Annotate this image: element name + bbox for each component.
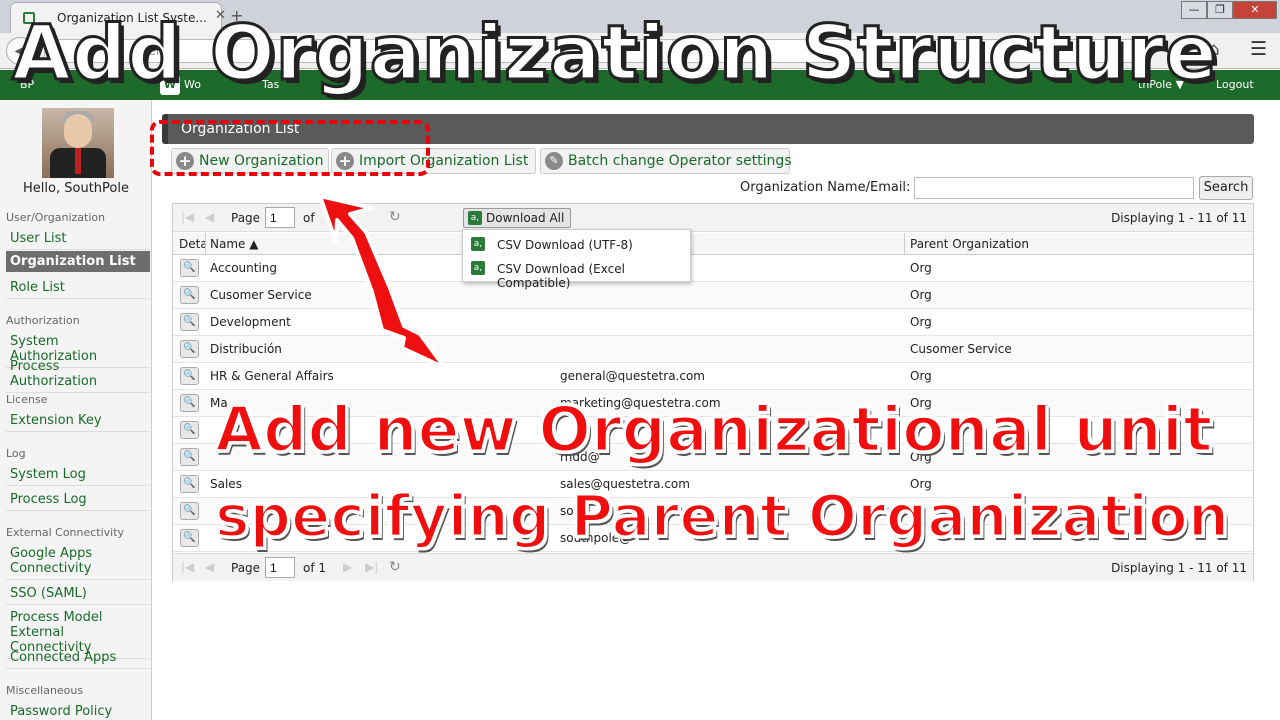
- logout-link[interactable]: Logout: [1216, 78, 1254, 91]
- pencil-icon: ✎: [545, 152, 563, 170]
- refresh-icon[interactable]: ↻: [389, 209, 401, 225]
- section-user-organization: User/Organization: [6, 211, 106, 224]
- column-name[interactable]: Name ▲: [210, 237, 258, 251]
- spreadsheet-icon: a,: [471, 261, 485, 275]
- sidebar-item-organization-list[interactable]: Organization List: [6, 251, 150, 272]
- highlight-box: [150, 120, 430, 176]
- page-of-label: of 1: [303, 561, 327, 575]
- spreadsheet-icon: a,: [471, 237, 485, 251]
- table-row[interactable]: 🔍 Distribución Cusomer Service: [173, 336, 1253, 363]
- cell-parent: Org: [910, 261, 932, 275]
- section-authorization: Authorization: [6, 314, 80, 327]
- search-input[interactable]: [914, 177, 1194, 199]
- magnifier-icon[interactable]: 🔍: [180, 448, 199, 466]
- search-label: Organization Name/Email:: [740, 180, 911, 195]
- column-parent-organization[interactable]: Parent Organization: [910, 237, 1029, 251]
- sidebar-item-connected-apps[interactable]: Connected Apps: [6, 647, 150, 669]
- section-miscellaneous: Miscellaneous: [6, 684, 84, 697]
- sidebar-item-extension-key[interactable]: Extension Key: [6, 410, 150, 432]
- sidebar-item-process-log[interactable]: Process Log: [6, 489, 150, 511]
- search-button[interactable]: Search: [1199, 176, 1253, 200]
- page-label: Page: [231, 211, 261, 225]
- sidebar-item-password-policy[interactable]: Password Policy: [6, 701, 150, 720]
- section-external-connectivity: External Connectivity: [6, 526, 125, 539]
- cell-name: Distribución: [210, 342, 282, 356]
- first-page-icon[interactable]: |◀: [181, 560, 194, 574]
- first-page-icon[interactable]: |◀: [181, 210, 194, 224]
- cell-name: HR & General Affairs: [210, 369, 334, 383]
- magnifier-icon[interactable]: 🔍: [180, 421, 199, 439]
- magnifier-icon[interactable]: 🔍: [180, 502, 199, 520]
- magnifier-icon[interactable]: 🔍: [180, 259, 199, 277]
- batch-change-operator-button[interactable]: ✎ Batch change Operator settings: [540, 148, 792, 174]
- magnifier-icon[interactable]: 🔍: [180, 367, 199, 385]
- page-label: Page: [231, 561, 261, 575]
- magnifier-icon[interactable]: 🔍: [180, 394, 199, 412]
- page-of-label: of: [303, 211, 315, 225]
- cell-name: Accounting: [210, 261, 278, 275]
- overlay-subtitle-line2: specifying Parent Organization: [213, 481, 1230, 552]
- greeting: Hello, SouthPole: [23, 181, 129, 196]
- table-row[interactable]: 🔍 Cusomer Service Org: [173, 282, 1253, 309]
- hamburger-menu-icon[interactable]: ☰: [1250, 38, 1267, 60]
- sidebar-item-user-list[interactable]: User List: [6, 228, 150, 250]
- cell-parent: Org: [910, 288, 932, 302]
- batch-change-label: Batch change Operator settings: [568, 153, 792, 169]
- window-close-button[interactable]: ✕: [1233, 1, 1277, 19]
- cell-parent: Org: [910, 369, 932, 383]
- table-row[interactable]: 🔍 Development Org: [173, 309, 1253, 336]
- sidebar-item-system-log[interactable]: System Log: [6, 464, 150, 486]
- cell-name: Development: [210, 315, 291, 329]
- download-menu: a, CSV Download (UTF-8) a, CSV Download …: [462, 229, 691, 290]
- section-license: License: [6, 393, 48, 406]
- magnifier-icon[interactable]: 🔍: [180, 340, 199, 358]
- section-log: Log: [6, 447, 26, 460]
- sidebar-item-process-authorization[interactable]: Process Authorization: [6, 356, 150, 393]
- overlay-subtitle-line1: Add new Organizational unit: [214, 392, 1215, 468]
- column-detail: Deta: [179, 237, 205, 251]
- table-header: Deta Name ▲ Parent Organization: [173, 233, 1253, 255]
- magnifier-icon[interactable]: 🔍: [180, 475, 199, 493]
- menu-item-csv-utf8-label: CSV Download (UTF-8): [497, 238, 633, 252]
- magnifier-icon[interactable]: 🔍: [180, 286, 199, 304]
- sidebar-item-sso-saml[interactable]: SSO (SAML): [6, 583, 150, 605]
- avatar: [42, 108, 114, 178]
- display-count: Displaying 1 - 11 of 11: [1111, 561, 1247, 575]
- cell-email: general@questetra.com: [560, 369, 705, 383]
- cell-name: Cusomer Service: [210, 288, 312, 302]
- menu-item-csv-utf8[interactable]: a, CSV Download (UTF-8): [463, 232, 691, 256]
- prev-page-icon[interactable]: ◀: [205, 560, 214, 574]
- display-count: Displaying 1 - 11 of 11: [1111, 211, 1247, 225]
- page-number-input[interactable]: [265, 207, 295, 228]
- download-all-button[interactable]: a, Download All ▾: [463, 208, 571, 239]
- overlay-title: Add Organization Structure: [11, 7, 1219, 99]
- last-page-icon[interactable]: ▶|: [365, 560, 378, 574]
- table-row[interactable]: 🔍 HR & General Affairs general@questetra.c…: [173, 363, 1253, 390]
- cell-parent: Org: [910, 315, 932, 329]
- magnifier-icon[interactable]: 🔍: [180, 313, 199, 331]
- next-page-icon[interactable]: ▶: [343, 560, 352, 574]
- pagination-bottom: |◀ ◀ Page of 1 ▶ ▶| ↻ Displaying 1 - 11 …: [173, 553, 1253, 581]
- sidebar-item-role-list[interactable]: Role List: [6, 277, 150, 299]
- magnifier-icon[interactable]: 🔍: [180, 529, 199, 547]
- sidebar: Hello, SouthPole User/Organization User …: [0, 100, 152, 720]
- menu-item-csv-excel[interactable]: a, CSV Download (Excel Compatible): [463, 256, 691, 290]
- spreadsheet-icon: a,: [468, 211, 482, 225]
- sidebar-item-google-apps[interactable]: Google Apps Connectivity: [6, 543, 150, 580]
- prev-page-icon[interactable]: ◀: [205, 210, 214, 224]
- pagination-top: |◀ ◀ Page of ↻ a, Download All ▾ Display…: [173, 204, 1253, 239]
- page-number-input[interactable]: [265, 557, 295, 578]
- table-row[interactable]: 🔍AccountingomOrg: [173, 255, 1253, 282]
- cell-parent: Cusomer Service: [910, 342, 1012, 356]
- refresh-icon[interactable]: ↻: [389, 559, 401, 575]
